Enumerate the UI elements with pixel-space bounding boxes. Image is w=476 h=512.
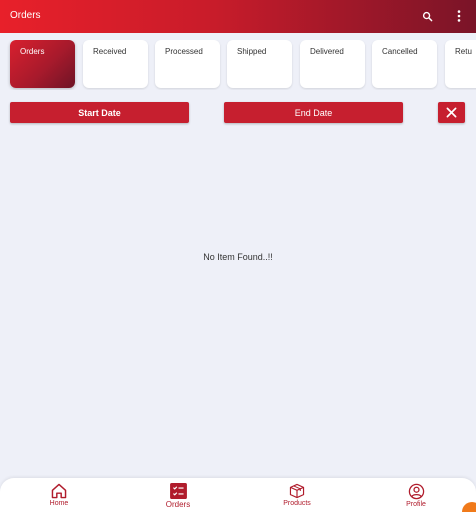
- home-icon: [51, 483, 67, 499]
- tab-orders[interactable]: Orders: [10, 40, 75, 88]
- nav-label: Orders: [165, 500, 191, 509]
- box-icon: [289, 483, 305, 499]
- page-title: Orders: [10, 10, 41, 21]
- search-button[interactable]: [418, 7, 436, 25]
- end-date-button[interactable]: End Date: [224, 102, 403, 123]
- nav-home[interactable]: Home: [19, 483, 99, 512]
- nav-orders[interactable]: Orders: [138, 483, 218, 512]
- close-icon: [446, 107, 457, 118]
- tab-label: Orders: [20, 47, 45, 56]
- search-icon: [422, 11, 432, 21]
- tab-label: Retu: [455, 47, 472, 56]
- start-date-button[interactable]: Start Date: [10, 102, 189, 123]
- tab-processed[interactable]: Processed: [155, 40, 220, 88]
- tab-label: Received: [93, 47, 127, 56]
- orders-icon: [169, 483, 187, 499]
- nav-profile[interactable]: Profile: [376, 483, 456, 512]
- tab-label: Cancelled: [382, 47, 418, 56]
- app-bar: Orders: [0, 0, 476, 33]
- tab-cancelled[interactable]: Cancelled: [372, 40, 437, 88]
- nav-label: Products: [283, 500, 311, 507]
- more-options-button[interactable]: [450, 7, 468, 25]
- status-tabs: Orders Received Processed Shipped Delive…: [0, 40, 476, 90]
- nav-products[interactable]: Products: [257, 483, 337, 512]
- tab-received[interactable]: Received: [83, 40, 148, 88]
- orders-screen: Orders Orders Received Processed Shipped…: [0, 0, 476, 512]
- more-vert-icon: [457, 10, 461, 22]
- empty-state-message: No Item Found..!!: [203, 252, 273, 262]
- tab-shipped[interactable]: Shipped: [227, 40, 292, 88]
- tab-label: Shipped: [237, 47, 267, 56]
- tab-label: Delivered: [310, 47, 344, 56]
- nav-label: Home: [49, 500, 69, 507]
- nav-label: Profile: [406, 501, 426, 508]
- tab-label: Processed: [165, 47, 203, 56]
- tab-delivered[interactable]: Delivered: [300, 40, 365, 88]
- clear-dates-button[interactable]: [438, 102, 465, 123]
- tab-returned[interactable]: Retu: [445, 40, 476, 88]
- profile-icon: [408, 483, 424, 500]
- bottom-navigation: Home Orders Products Profile: [0, 478, 476, 512]
